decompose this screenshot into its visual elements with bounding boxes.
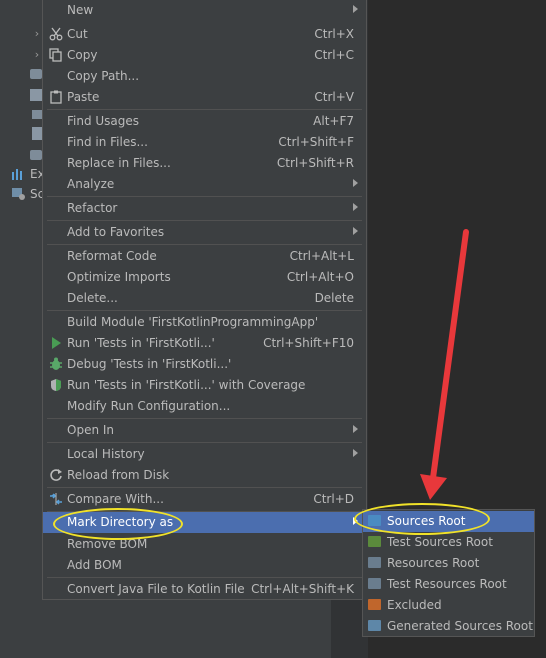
- menu-item-build-module[interactable]: Build Module 'FirstKotlinProgrammingApp': [43, 312, 366, 333]
- tree-node-icon: [30, 89, 42, 101]
- submenu-arrow-icon: [353, 227, 358, 235]
- menu-separator: [47, 220, 362, 221]
- test-sources-root-icon: [368, 536, 381, 547]
- submenu-arrow-icon: [353, 425, 358, 433]
- menu-item-local-history[interactable]: Local History: [43, 444, 366, 465]
- menu-item-optimize-imports[interactable]: Optimize Imports Ctrl+Alt+O: [43, 267, 366, 288]
- menu-item-open-in[interactable]: Open In: [43, 420, 366, 441]
- submenu-arrow-icon: [353, 5, 358, 13]
- menu-separator: [47, 418, 362, 419]
- menu-item-find-in-files[interactable]: Find in Files... Ctrl+Shift+F: [43, 132, 366, 153]
- test-resources-root-icon: [368, 578, 381, 589]
- excluded-folder-icon: [368, 599, 381, 610]
- menu-item-copy-path[interactable]: Copy Path...: [43, 66, 366, 87]
- menu-item-analyze[interactable]: Analyze: [43, 174, 366, 195]
- submenu-arrow-icon: [353, 179, 358, 187]
- coverage-icon: [49, 378, 63, 392]
- menu-item-modify-run-configuration[interactable]: Modify Run Configuration...: [43, 396, 366, 417]
- reload-icon: [49, 468, 63, 482]
- bar-chart-icon: [12, 168, 26, 180]
- menu-item-add-to-favorites[interactable]: Add to Favorites: [43, 222, 366, 243]
- menu-separator: [47, 196, 362, 197]
- submenu-arrow-icon: [353, 449, 358, 457]
- run-icon: [49, 336, 63, 350]
- menu-separator: [47, 442, 362, 443]
- tree-node-icon: [30, 150, 42, 160]
- menu-separator: [47, 310, 362, 311]
- menu-item-paste[interactable]: Paste Ctrl+V: [43, 87, 366, 108]
- clipboard-icon: [49, 90, 63, 104]
- menu-item-new[interactable]: New: [43, 0, 366, 21]
- menu-item-cut[interactable]: Cut Ctrl+X: [43, 24, 366, 45]
- submenu-item-excluded[interactable]: Excluded: [363, 595, 534, 616]
- menu-item-convert-java-to-kotlin[interactable]: Convert Java File to Kotlin File Ctrl+Al…: [43, 579, 366, 600]
- menu-item-debug-tests[interactable]: Debug 'Tests in 'FirstKotli...': [43, 354, 366, 375]
- highlight-ellipse-mark-directory: [53, 508, 183, 540]
- menu-item-compare-with[interactable]: Compare With... Ctrl+D: [43, 489, 366, 510]
- tree-expand-arrow[interactable]: ›: [0, 23, 44, 43]
- tree-node-icon: [32, 127, 42, 140]
- tree-node-icon: [30, 69, 42, 79]
- tree-expand-arrow[interactable]: ›: [0, 44, 44, 64]
- menu-item-replace-in-files[interactable]: Replace in Files... Ctrl+Shift+R: [43, 153, 366, 174]
- menu-item-delete[interactable]: Delete... Delete: [43, 288, 366, 309]
- resources-root-icon: [368, 557, 381, 568]
- menu-separator: [47, 487, 362, 488]
- menu-item-run-tests[interactable]: Run 'Tests in 'FirstKotli...' Ctrl+Shift…: [43, 333, 366, 354]
- submenu-item-test-sources-root[interactable]: Test Sources Root: [363, 532, 534, 553]
- scratch-icon: [12, 188, 26, 200]
- debug-icon: [49, 357, 63, 371]
- copy-icon: [49, 48, 63, 62]
- project-tool-window: › › Ex Sc: [0, 0, 45, 658]
- compare-icon: [49, 492, 63, 506]
- tree-node-icon: [32, 110, 42, 119]
- menu-separator: [47, 577, 362, 578]
- menu-item-refactor[interactable]: Refactor: [43, 198, 366, 219]
- menu-separator: [47, 109, 362, 110]
- submenu-item-generated-sources-root[interactable]: Generated Sources Root: [363, 616, 534, 637]
- menu-item-reload-from-disk[interactable]: Reload from Disk: [43, 465, 366, 486]
- menu-separator: [47, 244, 362, 245]
- highlight-ellipse-sources-root: [354, 503, 490, 535]
- menu-item-find-usages[interactable]: Find Usages Alt+F7: [43, 111, 366, 132]
- submenu-arrow-icon: [353, 203, 358, 211]
- scissors-icon: [49, 27, 63, 41]
- menu-item-reformat-code[interactable]: Reformat Code Ctrl+Alt+L: [43, 246, 366, 267]
- menu-item-add-bom[interactable]: Add BOM: [43, 555, 366, 576]
- menu-item-run-with-coverage[interactable]: Run 'Tests in 'FirstKotli...' with Cover…: [43, 375, 366, 396]
- generated-sources-root-icon: [368, 620, 381, 631]
- menu-item-copy[interactable]: Copy Ctrl+C: [43, 45, 366, 66]
- submenu-item-resources-root[interactable]: Resources Root: [363, 553, 534, 574]
- submenu-item-test-resources-root[interactable]: Test Resources Root: [363, 574, 534, 595]
